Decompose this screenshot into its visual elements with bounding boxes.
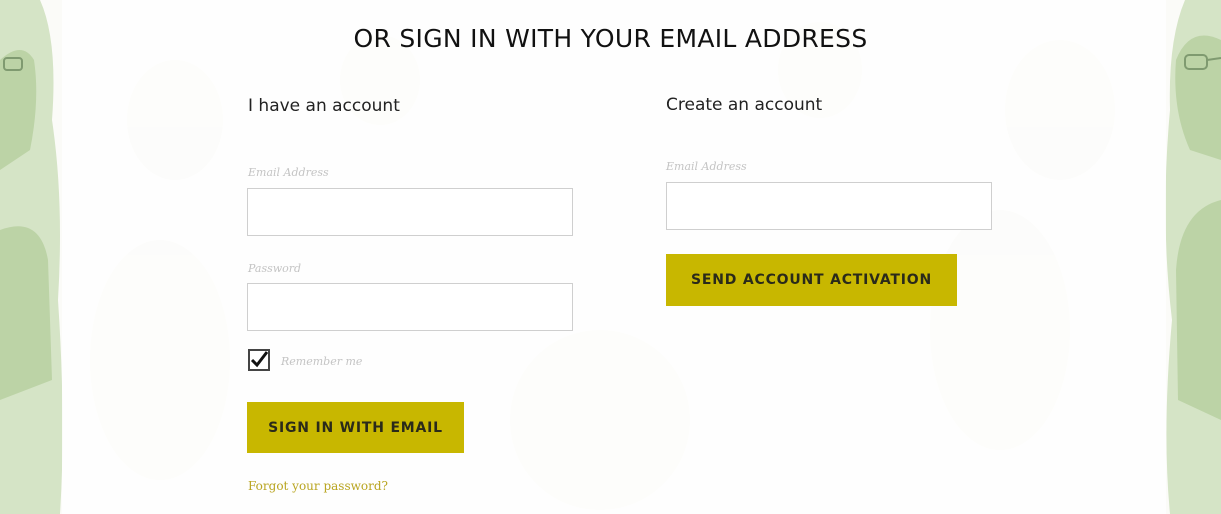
login-password-field[interactable] [247, 283, 573, 331]
login-email-label: Email Address [248, 166, 329, 179]
sign-in-button[interactable]: SIGN IN WITH EMAIL [247, 402, 464, 453]
remember-me-label: Remember me [281, 355, 363, 368]
register-title: Create an account [666, 95, 823, 115]
page-title: OR SIGN IN WITH YOUR EMAIL ADDRESS [353, 24, 868, 53]
register-email-field[interactable] [666, 182, 992, 230]
register-email-label: Email Address [666, 160, 747, 173]
remember-me-checkbox[interactable] [248, 349, 270, 371]
login-email-field[interactable] [247, 188, 573, 236]
send-activation-button[interactable]: SEND ACCOUNT ACTIVATION [666, 254, 957, 306]
login-title: I have an account [248, 96, 400, 116]
checkmark-icon [250, 351, 268, 368]
form-panel [62, 0, 1166, 514]
forgot-password-link[interactable]: Forgot your password? [248, 479, 388, 493]
login-password-label: Password [248, 262, 302, 275]
